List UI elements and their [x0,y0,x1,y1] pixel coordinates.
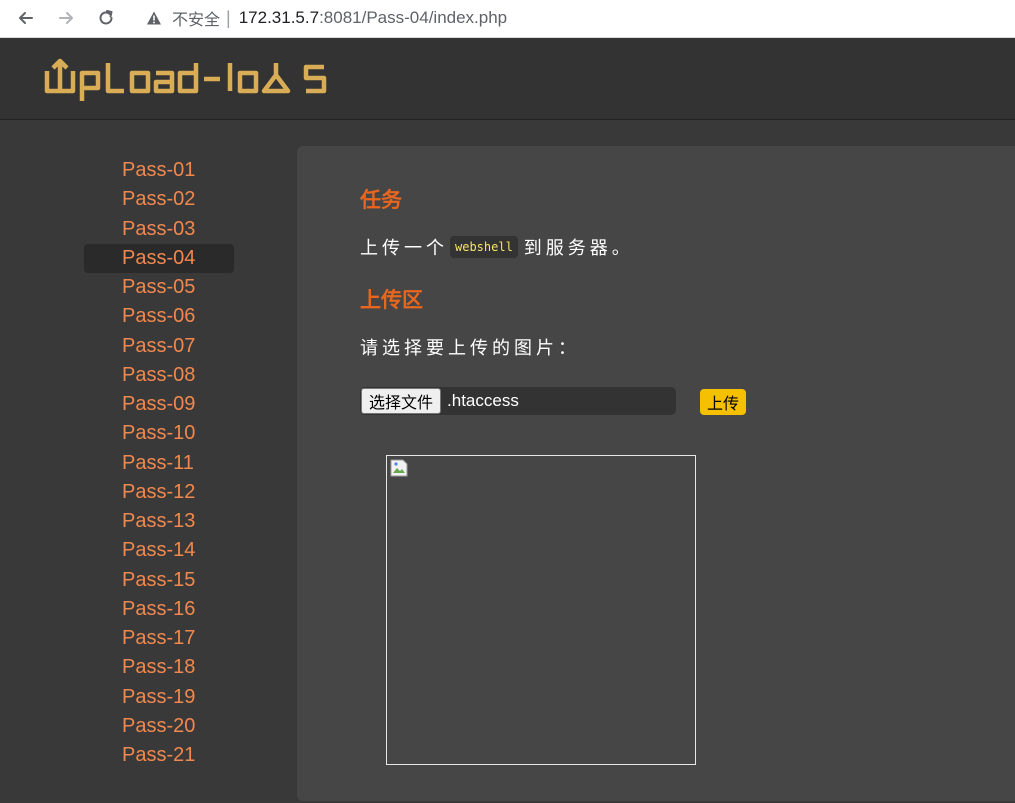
sidebar-item-pass-19[interactable]: Pass-19 [84,683,234,712]
task-code-chip: webshell [450,236,518,258]
sidebar-item-pass-05[interactable]: Pass-05 [84,273,234,302]
selected-file-name: .htaccess [447,391,519,410]
sidebar-item-pass-07[interactable]: Pass-07 [84,332,234,361]
choose-file-button[interactable]: 选择文件 [361,388,442,414]
back-button[interactable] [12,4,40,32]
address-bar[interactable]: 不安全 | 172.31.5.7:8081/Pass-04/index.php [146,6,507,30]
task-heading: 任务 [360,189,402,212]
reload-icon [99,10,113,25]
broken-image-icon [390,459,408,477]
security-status-label[interactable]: 不安全 [172,6,220,30]
task-text-suffix: 到服务器。 [523,238,634,258]
sidebar-nav: Pass-01 Pass-02 Pass-03 Pass-04 Pass-05 … [84,156,234,770]
choose-image-label: 请选择要上传的图片： [360,338,580,358]
sidebar-item-pass-21[interactable]: Pass-21 [84,741,234,770]
sidebar-item-pass-04[interactable]: Pass-04 [84,243,234,273]
arrow-right-icon [59,12,73,24]
forward-button[interactable] [52,4,80,32]
sidebar-item-pass-20[interactable]: Pass-20 [84,712,234,741]
sidebar-item-pass-09[interactable]: Pass-09 [84,390,234,419]
sidebar-item-pass-15[interactable]: Pass-15 [84,566,234,595]
sidebar-item-pass-03[interactable]: Pass-03 [84,215,234,244]
logo-mark-icon [44,58,327,101]
sidebar-item-pass-01[interactable]: Pass-01 [84,156,234,185]
site-header [0,38,1015,120]
upload-button[interactable]: 上传 [700,389,747,415]
task-text-prefix: 上传一个 [360,238,448,258]
file-input[interactable]: 选择文件 .htaccess [360,387,676,415]
arrow-left-icon [19,12,33,24]
sidebar-item-pass-18[interactable]: Pass-18 [84,653,234,682]
sidebar-item-pass-12[interactable]: Pass-12 [84,478,234,507]
main-panel: 任务 上传一个 webshell 到服务器。 上传区 请选择要上传的图片： 选择… [297,146,1015,801]
reload-button[interactable] [92,4,120,32]
browser-toolbar: 不安全 | 172.31.5.7:8081/Pass-04/index.php [0,0,1015,38]
site-logo [44,55,329,106]
url-host[interactable]: 172.31.5.7 [239,8,319,28]
image-preview [386,455,696,765]
warning-icon[interactable] [146,10,162,26]
upload-heading: 上传区 [360,289,423,312]
task-description: 上传一个 webshell 到服务器。 [360,234,634,260]
address-separator: | [226,7,231,28]
sidebar-item-pass-17[interactable]: Pass-17 [84,624,234,653]
sidebar-item-pass-02[interactable]: Pass-02 [84,185,234,214]
url-path[interactable]: :8081/Pass-04/index.php [319,8,507,28]
sidebar-item-pass-11[interactable]: Pass-11 [84,449,234,478]
sidebar-item-pass-13[interactable]: Pass-13 [84,507,234,536]
sidebar-item-pass-08[interactable]: Pass-08 [84,361,234,390]
sidebar-item-pass-14[interactable]: Pass-14 [84,536,234,565]
sidebar-item-pass-06[interactable]: Pass-06 [84,302,234,331]
sidebar-item-pass-16[interactable]: Pass-16 [84,595,234,624]
sidebar-item-pass-10[interactable]: Pass-10 [84,419,234,448]
